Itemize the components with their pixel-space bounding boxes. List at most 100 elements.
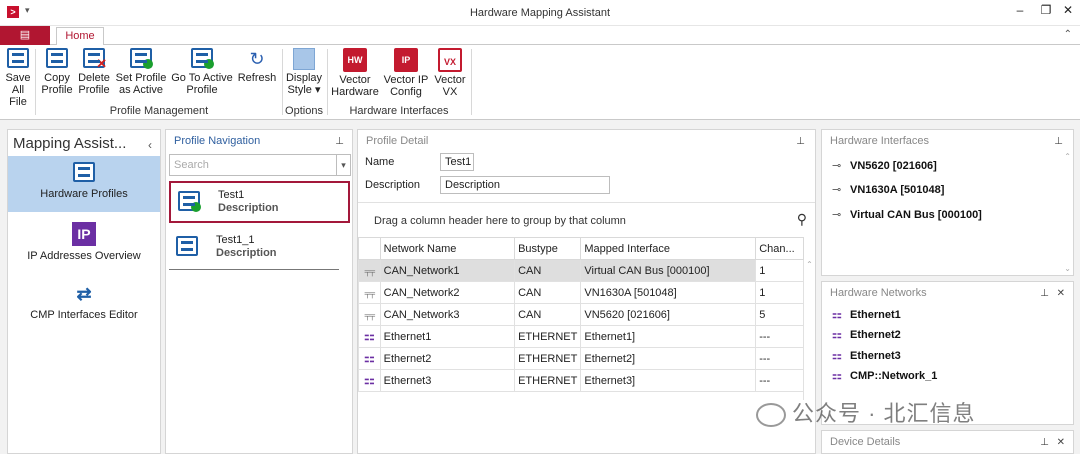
close-icon[interactable]: ✕ [1057, 288, 1065, 299]
cell-bustype: ETHERNET [514, 325, 582, 348]
collapse-panel-icon[interactable]: ‹ [148, 138, 152, 152]
group-by-hint: Drag a column header here to group by th… [374, 215, 626, 227]
group-by-bar[interactable]: Drag a column header here to group by th… [358, 202, 815, 236]
copy-profile-button[interactable]: Copy Profile [40, 48, 74, 96]
delete-profile-button[interactable]: ✕ Delete Profile [76, 48, 112, 96]
nav-item-cmp-interfaces-editor[interactable]: ⇄ CMP Interfaces Editor [8, 278, 160, 324]
cell-mapped-interface[interactable]: VN5620 [021606] [580, 303, 757, 326]
pin-icon[interactable]: ⊥ [1054, 136, 1063, 147]
hardware-interface-item[interactable]: ⊸ VN5620 [021606] [832, 159, 937, 172]
save-all-file-button[interactable]: Save All File [5, 48, 31, 108]
separator [327, 49, 328, 115]
display-style-icon [293, 48, 315, 70]
column-header-bustype[interactable]: Bustype [514, 237, 582, 260]
profile-detail-panel: Profile Detail ⊥ Name Test1 Description … [357, 129, 816, 454]
search-input[interactable]: Search ▾ [169, 154, 351, 176]
set-profile-as-active-button[interactable]: Set Profile as Active [114, 48, 168, 96]
close-icon[interactable]: ✕ [1057, 437, 1065, 448]
hardware-network-item[interactable]: ⚏ Ethernet1 [832, 308, 901, 321]
go-to-active-icon [191, 48, 214, 69]
table-row[interactable]: ⚏ Ethernet2 ETHERNET Ethernet2] --- [358, 347, 804, 370]
column-header-mapped-interface[interactable]: Mapped Interface [580, 237, 757, 260]
cell-network-name: CAN_Network2 [379, 281, 516, 304]
tab-home[interactable]: Home [56, 27, 104, 46]
interface-label: VN5620 [021606] [850, 160, 937, 172]
usb-icon: ⊸ [832, 209, 842, 221]
network-label: Ethernet1 [850, 309, 901, 321]
ethernet-network-icon: ⚏ [363, 373, 375, 387]
hardware-network-item[interactable]: ⚏ Ethernet3 [832, 349, 901, 362]
hardware-interface-item[interactable]: ⊸ VN1630A [501048] [832, 183, 944, 196]
nav-item-ip-addresses-overview[interactable]: IP IP Addresses Overview [8, 216, 160, 266]
button-label: Delete [78, 72, 110, 84]
table-row[interactable]: ╤╤ CAN_Network2 CAN VN1630A [501048] 1 [358, 281, 804, 304]
separator [35, 49, 36, 115]
profile-item[interactable]: Test1_1 Description [169, 228, 339, 270]
cell-mapped-interface[interactable]: Virtual CAN Bus [000100] [580, 259, 757, 282]
cell-network-name: CAN_Network3 [379, 303, 516, 326]
restore-button[interactable]: ❐ [1036, 3, 1056, 17]
vector-hardware-button[interactable]: HW Vector Hardware [330, 48, 380, 98]
profile-icon [176, 236, 198, 256]
nav-item-hardware-profiles[interactable]: Hardware Profiles [8, 156, 160, 212]
can-network-icon: ╤╤ [364, 288, 375, 298]
table-scrollbar[interactable]: ⌃ [803, 260, 815, 400]
vector-ip-config-button[interactable]: IP Vector IP Config [382, 48, 430, 98]
profile-item[interactable]: Test1 Description [169, 181, 350, 223]
cell-mapped-interface[interactable]: Ethernet1] [580, 325, 757, 348]
button-label: as Active [118, 84, 164, 96]
pin-icon[interactable]: ⊥ [335, 136, 344, 147]
panel-title: Profile Navigation [174, 135, 261, 147]
pin-icon[interactable]: ⊥ [1040, 288, 1049, 299]
button-label: All [11, 84, 25, 96]
panel-title: Hardware Networks [830, 287, 927, 299]
cell-network-name: CAN_Network1 [379, 259, 516, 282]
table-row[interactable]: ⚏ Ethernet3 ETHERNET Ethernet3] --- [358, 369, 804, 392]
scroll-down-icon[interactable]: ⌄ [1064, 264, 1071, 273]
panel-title: Mapping Assist... [13, 135, 127, 152]
chevron-down-icon[interactable]: ▾ [336, 155, 350, 175]
cell-channel: 1 [755, 281, 804, 304]
search-icon[interactable]: ⚲ [797, 211, 807, 228]
separator [471, 49, 472, 115]
table-row[interactable]: ⚏ Ethernet1 ETHERNET Ethernet1] --- [358, 325, 804, 348]
close-button[interactable]: ✕ [1058, 3, 1078, 17]
table-row[interactable]: ╤╤ CAN_Network1 CAN Virtual CAN Bus [000… [358, 259, 804, 282]
ethernet-network-icon: ⚏ [363, 351, 375, 365]
refresh-button[interactable]: ↻ Refresh [236, 48, 278, 84]
description-field[interactable]: Description [440, 176, 610, 194]
hardware-network-item[interactable]: ⚏ CMP::Network_1 [832, 369, 937, 382]
cmp-interfaces-icon: ⇄ [76, 284, 92, 304]
cell-mapped-interface[interactable]: VN1630A [501048] [580, 281, 757, 304]
hardware-network-item[interactable]: ⚏ Ethernet2 [832, 328, 901, 341]
go-to-active-profile-button[interactable]: Go To Active Profile [170, 48, 234, 96]
title-bar: > ▾ Hardware Mapping Assistant ‒ ❐ ✕ [0, 0, 1080, 26]
cell-channel: --- [755, 325, 804, 348]
pin-icon[interactable]: ⊥ [796, 136, 805, 147]
save-icon [7, 48, 29, 68]
cell-mapped-interface[interactable]: Ethernet2] [580, 347, 757, 370]
table-header-row: Network Name Bustype Mapped Interface Ch… [358, 237, 804, 260]
ribbon: Save All File Copy Profile ✕ Delete Prof… [0, 45, 1080, 120]
cell-network-name: Ethernet3 [379, 369, 516, 392]
row-icon-header [358, 237, 381, 260]
minimize-button[interactable]: ‒ [1010, 3, 1030, 17]
refresh-icon: ↻ [249, 49, 265, 69]
name-field[interactable]: Test1 [440, 153, 474, 171]
collapse-ribbon-icon[interactable]: ⌃ [1064, 29, 1072, 40]
vector-vx-button[interactable]: VX Vector VX [432, 48, 468, 98]
column-header-network-name[interactable]: Network Name [379, 237, 516, 260]
display-style-button[interactable]: Display Style ▾ [285, 48, 323, 96]
hardware-interface-item[interactable]: ⊸ Virtual CAN Bus [000100] [832, 208, 982, 221]
file-tab[interactable]: ▤ [0, 26, 50, 45]
column-header-channel[interactable]: Chan... [755, 237, 804, 260]
pin-icon[interactable]: ⊥ [1040, 437, 1049, 448]
group-label-hardware-interfaces: Hardware Interfaces [349, 105, 449, 117]
cell-channel: 5 [755, 303, 804, 326]
table-row[interactable]: ╤╤ CAN_Network3 CAN VN5620 [021606] 5 [358, 303, 804, 326]
cell-bustype: CAN [514, 259, 582, 282]
button-label: Profile [41, 84, 73, 96]
scroll-up-icon[interactable]: ⌃ [1064, 152, 1071, 161]
cell-mapped-interface[interactable]: Ethernet3] [580, 369, 757, 392]
button-label: Vector [339, 74, 371, 86]
